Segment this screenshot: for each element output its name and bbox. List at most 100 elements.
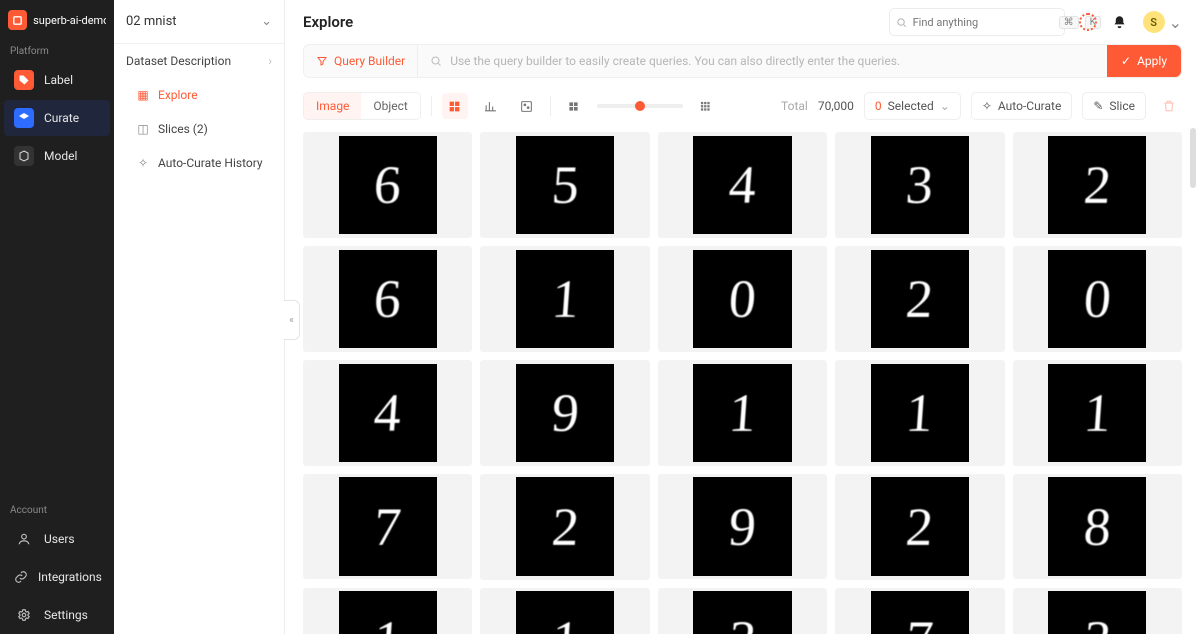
mnist-digit: 0 xyxy=(693,250,791,348)
image-thumbnail[interactable]: 6 xyxy=(303,246,472,352)
nav-item-curate[interactable]: Curate xyxy=(4,100,110,136)
nav-item-label-text: Label xyxy=(44,73,73,87)
image-thumbnail[interactable]: 2 xyxy=(835,246,1004,352)
image-thumbnail[interactable]: 5 xyxy=(480,132,649,238)
mnist-digit: 2 xyxy=(516,477,614,575)
mnist-digit: 9 xyxy=(516,364,614,462)
nav-item-label-text: Curate xyxy=(44,111,79,125)
image-thumbnail[interactable]: 1 xyxy=(1013,360,1182,466)
query-input-area[interactable]: Use the query builder to easily create q… xyxy=(418,54,1107,68)
subnav-auto-curate-history[interactable]: ✧ Auto-Curate History xyxy=(114,146,284,180)
brand-block[interactable]: superb-ai-demo xyxy=(0,0,114,40)
subnav-slices[interactable]: ◫ Slices (2) xyxy=(114,112,284,146)
avatar: S xyxy=(1143,11,1165,33)
image-thumbnail[interactable]: 2 xyxy=(480,474,649,580)
search-icon xyxy=(430,55,442,67)
image-thumbnail[interactable]: 9 xyxy=(658,474,827,580)
image-thumbnail[interactable]: 1 xyxy=(480,246,649,352)
digit-glyph: 1 xyxy=(1082,386,1113,440)
selected-dropdown[interactable]: 0 Selected ⌄ xyxy=(864,92,961,120)
collapse-subnav-button[interactable]: « xyxy=(284,300,300,340)
image-thumbnail[interactable]: 6 xyxy=(303,132,472,238)
slice-icon: ✎ xyxy=(1093,99,1103,113)
mnist-digit: 4 xyxy=(339,364,437,462)
scrollbar[interactable] xyxy=(1190,128,1196,188)
layout-chart-button[interactable] xyxy=(478,93,504,119)
digit-glyph: 4 xyxy=(727,158,758,212)
chevron-down-icon: ⌄ xyxy=(1169,13,1182,32)
view-mode-segment: Image Object xyxy=(303,92,421,120)
query-bar: Query Builder Use the query builder to e… xyxy=(303,44,1182,78)
image-thumbnail[interactable]: 9 xyxy=(480,360,649,466)
tab-object[interactable]: Object xyxy=(361,93,419,119)
mnist-digit: 6 xyxy=(339,250,437,348)
digit-glyph: 0 xyxy=(727,272,758,326)
account-menu[interactable]: S ⌄ xyxy=(1143,11,1182,33)
nav-item-label[interactable]: Label xyxy=(4,62,110,98)
dataset-selector[interactable]: 02 mnist ⌄ xyxy=(114,0,284,44)
layout-scatter-button[interactable] xyxy=(514,93,540,119)
nav-item-settings[interactable]: Settings xyxy=(4,597,110,633)
thumb-size-large-icon[interactable] xyxy=(693,93,719,119)
digit-glyph: 1 xyxy=(550,272,581,326)
delete-button[interactable] xyxy=(1156,93,1182,119)
chevron-right-icon: › xyxy=(268,54,272,68)
subnav-dataset-description[interactable]: Dataset Description › xyxy=(114,44,284,78)
image-thumbnail[interactable]: 1 xyxy=(303,588,472,634)
image-grid-scroll[interactable]: 6543261020491117292811373 xyxy=(285,132,1200,634)
image-thumbnail[interactable]: 4 xyxy=(658,132,827,238)
auto-curate-button[interactable]: ✧ Auto-Curate xyxy=(971,92,1072,120)
image-thumbnail[interactable]: 4 xyxy=(303,360,472,466)
apply-label: Apply xyxy=(1137,54,1167,68)
sparkle-icon: ✧ xyxy=(136,156,150,170)
digit-glyph: 2 xyxy=(1082,158,1113,212)
query-builder-button[interactable]: Query Builder xyxy=(304,45,418,77)
tab-image[interactable]: Image xyxy=(304,93,361,119)
image-thumbnail[interactable]: 7 xyxy=(835,588,1004,634)
mnist-digit: 4 xyxy=(693,136,791,234)
mnist-digit: 1 xyxy=(339,591,437,634)
image-thumbnail[interactable]: 1 xyxy=(835,360,1004,466)
image-thumbnail[interactable]: 1 xyxy=(658,360,827,466)
notifications-button[interactable] xyxy=(1111,13,1129,31)
mnist-digit: 1 xyxy=(516,250,614,348)
global-search[interactable]: ⌘ K xyxy=(889,8,1065,36)
nav-section-platform: Platform xyxy=(0,40,114,61)
slice-button[interactable]: ✎ Slice xyxy=(1082,92,1146,120)
image-thumbnail[interactable]: 0 xyxy=(658,246,827,352)
image-thumbnail[interactable]: 3 xyxy=(1013,588,1182,634)
nav-item-integrations[interactable]: Integrations xyxy=(4,559,110,595)
image-thumbnail[interactable]: 3 xyxy=(658,588,827,634)
digit-glyph: 1 xyxy=(550,613,581,634)
search-icon xyxy=(896,17,907,28)
thumb-size-small-icon[interactable] xyxy=(561,93,587,119)
subnav-label: Explore xyxy=(158,88,198,102)
primary-nav: superb-ai-demo Platform Label Curate Mod… xyxy=(0,0,114,634)
image-thumbnail[interactable]: 7 xyxy=(303,474,472,580)
mnist-digit: 3 xyxy=(1048,591,1146,634)
grid-icon: ▦ xyxy=(136,88,150,102)
nav-item-label-text: Model xyxy=(44,149,77,163)
apply-button[interactable]: ✓ Apply xyxy=(1107,45,1181,77)
nav-item-model[interactable]: Model xyxy=(4,138,110,174)
image-thumbnail[interactable]: 8 xyxy=(1013,474,1182,580)
image-thumbnail[interactable]: 2 xyxy=(1013,132,1182,238)
mnist-digit: 0 xyxy=(1048,250,1146,348)
image-thumbnail[interactable]: 1 xyxy=(480,588,649,634)
dataset-subnav: 02 mnist ⌄ Dataset Description › ▦ Explo… xyxy=(114,0,285,634)
main-area: « Explore ⌘ K S ⌄ Query Builder xyxy=(285,0,1200,634)
mnist-digit: 3 xyxy=(693,591,791,634)
nav-item-users[interactable]: Users xyxy=(4,521,110,557)
search-input[interactable] xyxy=(913,16,1053,29)
subnav-label: Auto-Curate History xyxy=(158,156,263,170)
digit-glyph: 6 xyxy=(372,158,403,212)
slider-handle[interactable] xyxy=(635,101,645,111)
cube-icon xyxy=(14,146,34,166)
subnav-explore[interactable]: ▦ Explore xyxy=(114,78,284,112)
separator xyxy=(550,96,551,116)
image-thumbnail[interactable]: 3 xyxy=(835,132,1004,238)
layout-grid-button[interactable] xyxy=(442,93,468,119)
thumb-size-slider[interactable] xyxy=(597,104,683,108)
image-thumbnail[interactable]: 2 xyxy=(835,474,1004,580)
image-thumbnail[interactable]: 0 xyxy=(1013,246,1182,352)
